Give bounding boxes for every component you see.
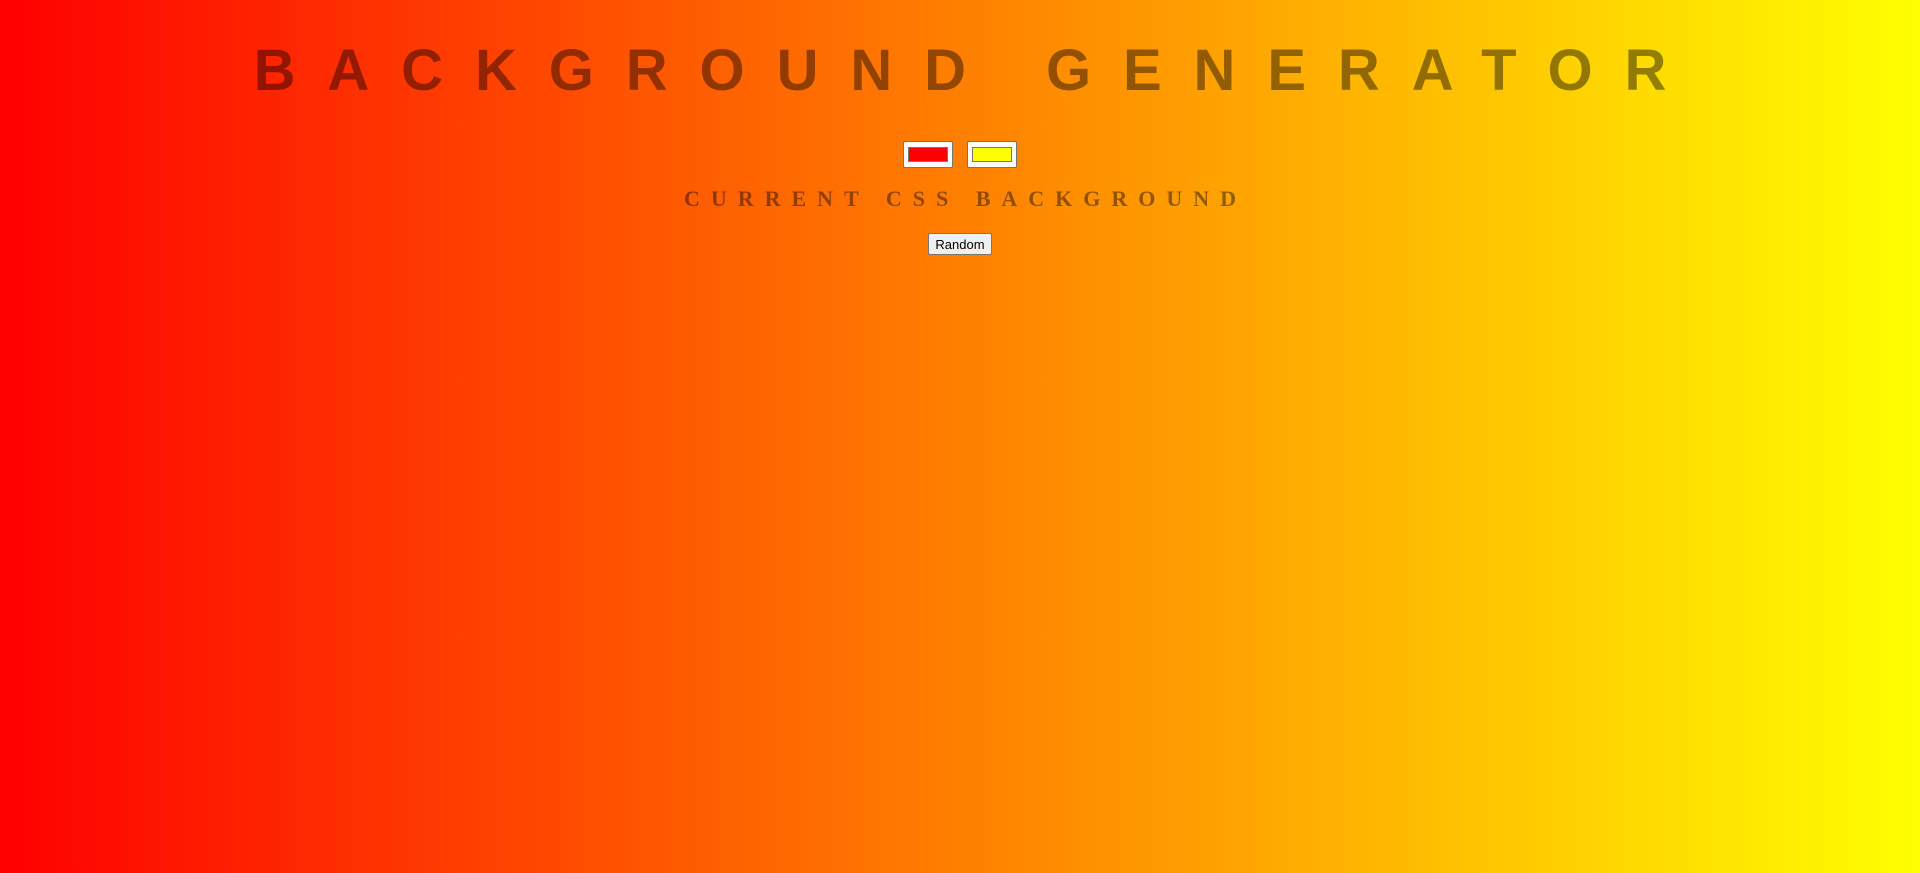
random-button[interactable]: Random	[928, 233, 992, 255]
color-picker-2[interactable]	[967, 141, 1017, 168]
color-swatch-2	[972, 147, 1012, 162]
current-css-label: CURRENT CSS BACKGROUND	[683, 186, 1248, 211]
page-title: BACKGROUND GENERATOR	[253, 38, 1699, 103]
color-pickers	[0, 141, 1920, 168]
color-swatch-1	[908, 147, 948, 162]
random-wrapper: Random	[0, 233, 1920, 255]
color-picker-1[interactable]	[903, 141, 953, 168]
